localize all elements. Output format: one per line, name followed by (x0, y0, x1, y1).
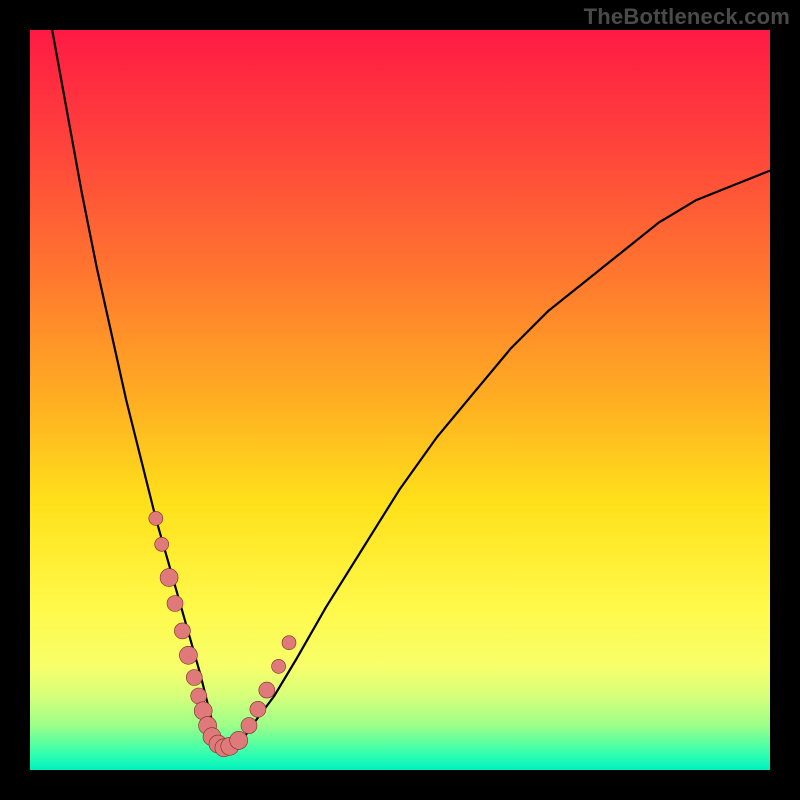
curve-marker (167, 596, 183, 612)
curve-marker (250, 701, 266, 717)
bottleneck-curve (52, 30, 770, 748)
marker-group (149, 511, 296, 756)
curve-marker (259, 682, 275, 698)
curve-marker (282, 636, 296, 650)
curve-marker (272, 659, 286, 673)
plot-area (30, 30, 770, 770)
curve-marker (160, 569, 178, 587)
curve-marker (179, 646, 197, 664)
chart-frame: TheBottleneck.com (0, 0, 800, 800)
watermark-text: TheBottleneck.com (584, 4, 790, 30)
curve-marker (174, 623, 190, 639)
curve-marker (241, 718, 257, 734)
curve-marker (149, 511, 163, 525)
curve-marker (186, 670, 202, 686)
chart-svg (30, 30, 770, 770)
curve-marker (230, 731, 248, 749)
curve-marker (155, 537, 169, 551)
